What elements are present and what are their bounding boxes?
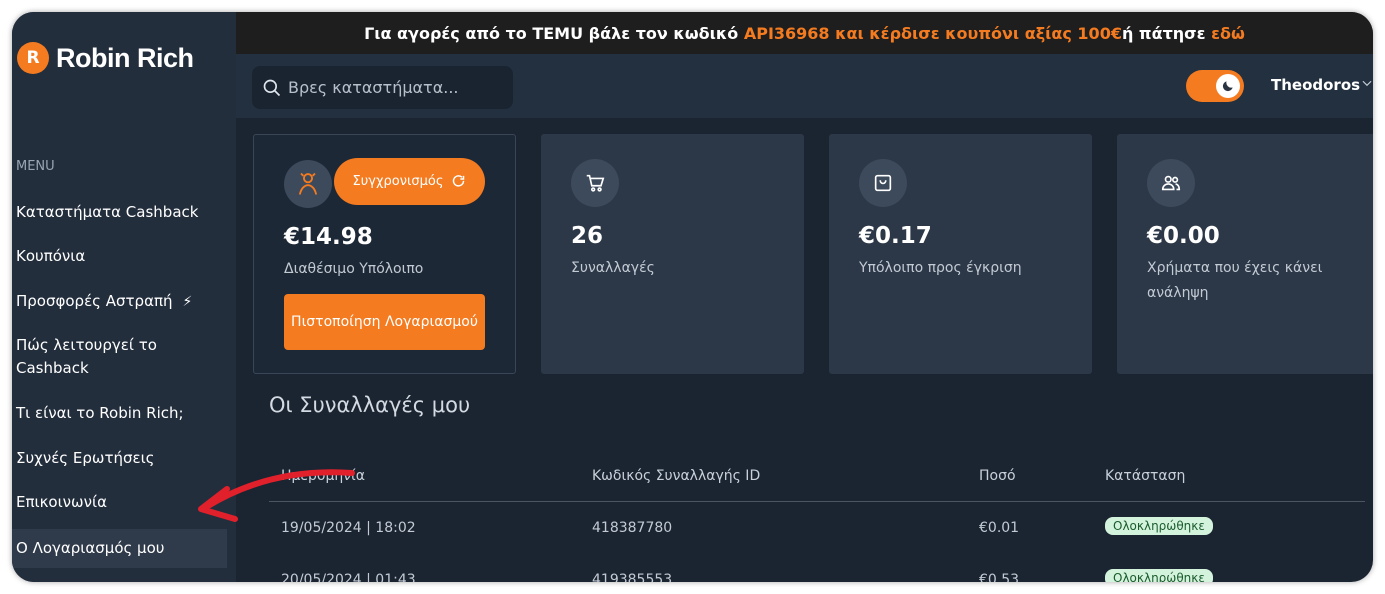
pending-value: €0.17 bbox=[859, 223, 932, 249]
menu-title: MENU bbox=[16, 159, 55, 174]
logo-mark-icon: R bbox=[17, 42, 49, 74]
column-header-amount[interactable]: Ποσό bbox=[979, 468, 1016, 484]
row-date: 20/05/2024 | 01:43 bbox=[281, 572, 416, 582]
pending-label: Υπόλοιπο προς έγκριση bbox=[859, 260, 1022, 276]
banner-text: Για αγορές από το TEMU βάλε τον κωδικό bbox=[364, 23, 739, 43]
column-header-status[interactable]: Κατάσταση bbox=[1105, 468, 1185, 484]
table-row[interactable]: 19/05/2024 | 18:02 418387780 €0.01 Ολοκλ… bbox=[269, 502, 1365, 554]
refresh-icon bbox=[453, 175, 465, 187]
logo[interactable]: R Robin Rich bbox=[17, 42, 194, 74]
row-amount: €0.01 bbox=[979, 520, 1020, 536]
withdrawn-label: Χρήματα που έχεις κάνει ανάληψη bbox=[1147, 260, 1323, 301]
users-icon bbox=[1147, 159, 1195, 207]
row-id: 419385553 bbox=[592, 572, 673, 582]
sidebar-item-how-it-works[interactable]: Πώς λειτουργεί το Cashback bbox=[16, 334, 226, 380]
row-id: 418387780 bbox=[592, 520, 673, 536]
user-menu[interactable]: Theodoros bbox=[1271, 76, 1360, 94]
annotation-arrow bbox=[198, 469, 355, 522]
sidebar-item-label: Καταστήματα Cashback bbox=[16, 203, 199, 221]
promo-banner: Για αγορές από το TEMU βάλε τον κωδικό A… bbox=[236, 12, 1373, 54]
search-box[interactable] bbox=[252, 66, 513, 109]
sidebar-item-cashback-stores[interactable]: Καταστήματα Cashback bbox=[16, 201, 226, 224]
status-badge: Ολοκληρώθηκε bbox=[1105, 517, 1213, 535]
sidebar-item-label: Ο Λογαριασμός μου bbox=[16, 539, 165, 557]
lightning-icon: ⚡︎ bbox=[182, 294, 193, 310]
top-header: Theodoros bbox=[236, 54, 1373, 118]
balance-card: Συγχρονισμός €14.98 Διαθέσιμο Υπόλοιπο Π… bbox=[253, 134, 516, 374]
sidebar-item-label: Επικοινωνία bbox=[16, 493, 107, 511]
sidebar-item-coupons[interactable]: Κουπόνια bbox=[16, 245, 226, 268]
sync-button[interactable]: Συγχρονισμός bbox=[334, 158, 485, 205]
transactions-count-value: 26 bbox=[571, 223, 604, 249]
withdrawn-value: €0.00 bbox=[1147, 223, 1220, 249]
chevron-down-icon[interactable] bbox=[1360, 76, 1373, 90]
search-input[interactable] bbox=[288, 78, 508, 97]
bag-icon bbox=[859, 159, 907, 207]
sidebar-item-what-is-robin-rich[interactable]: Τι είναι το Robin Rich; bbox=[16, 402, 226, 425]
transactions-count-label: Συναλλαγές bbox=[571, 260, 655, 276]
moon-icon bbox=[1216, 74, 1240, 98]
column-header-id[interactable]: Κωδικός Συναλλαγής ID bbox=[592, 468, 760, 484]
sidebar-item-label: Πώς λειτουργεί το Cashback bbox=[16, 336, 157, 377]
search-icon bbox=[263, 79, 281, 96]
sidebar-item-flash-deals[interactable]: Προσφορές Αστραπή ⚡︎ bbox=[16, 290, 226, 314]
balance-label: Διαθέσιμο Υπόλοιπο bbox=[284, 261, 424, 277]
cart-icon bbox=[571, 159, 619, 207]
row-amount: €0.53 bbox=[979, 572, 1020, 582]
banner-link[interactable]: εδώ bbox=[1211, 24, 1245, 43]
withdrawn-card: €0.00 Χρήματα που έχεις κάνει ανάληψη bbox=[1117, 134, 1373, 374]
table-row[interactable]: 20/05/2024 | 01:43 419385553 €0.53 Ολοκλ… bbox=[269, 554, 1365, 582]
dark-mode-toggle[interactable] bbox=[1186, 70, 1244, 102]
status-badge: Ολοκληρώθηκε bbox=[1105, 569, 1213, 582]
transactions-title: Οι Συναλλαγές μου bbox=[269, 393, 471, 417]
robin-avatar-icon bbox=[284, 160, 332, 208]
verify-account-button[interactable]: Πιστοποίηση Λογαριασμού bbox=[284, 294, 485, 350]
balance-value: €14.98 bbox=[284, 224, 373, 250]
transactions-count-card: 26 Συναλλαγές bbox=[541, 134, 804, 374]
banner-code: API36968 και κέρδισε κουπόνι αξίας 100€ bbox=[743, 23, 1122, 43]
sidebar-item-label: Προσφορές Αστραπή bbox=[16, 292, 173, 310]
table-header: Ημερομηνία Κωδικός Συναλλαγής ID Ποσό Κα… bbox=[269, 462, 1365, 502]
sidebar-item-label: Κουπόνια bbox=[16, 247, 86, 265]
sync-button-label: Συγχρονισμός bbox=[352, 174, 444, 189]
brand-name: Robin Rich bbox=[56, 42, 194, 73]
app-window: R Robin Rich MENU Καταστήματα Cashback Κ… bbox=[12, 12, 1373, 582]
pending-balance-card: €0.17 Υπόλοιπο προς έγκριση bbox=[829, 134, 1092, 374]
sidebar-item-label: Συχνές Ερωτήσεις bbox=[16, 449, 155, 467]
banner-text-mid: ή πάτησε bbox=[1121, 23, 1206, 43]
sidebar-item-label: Τι είναι το Robin Rich; bbox=[16, 404, 184, 422]
